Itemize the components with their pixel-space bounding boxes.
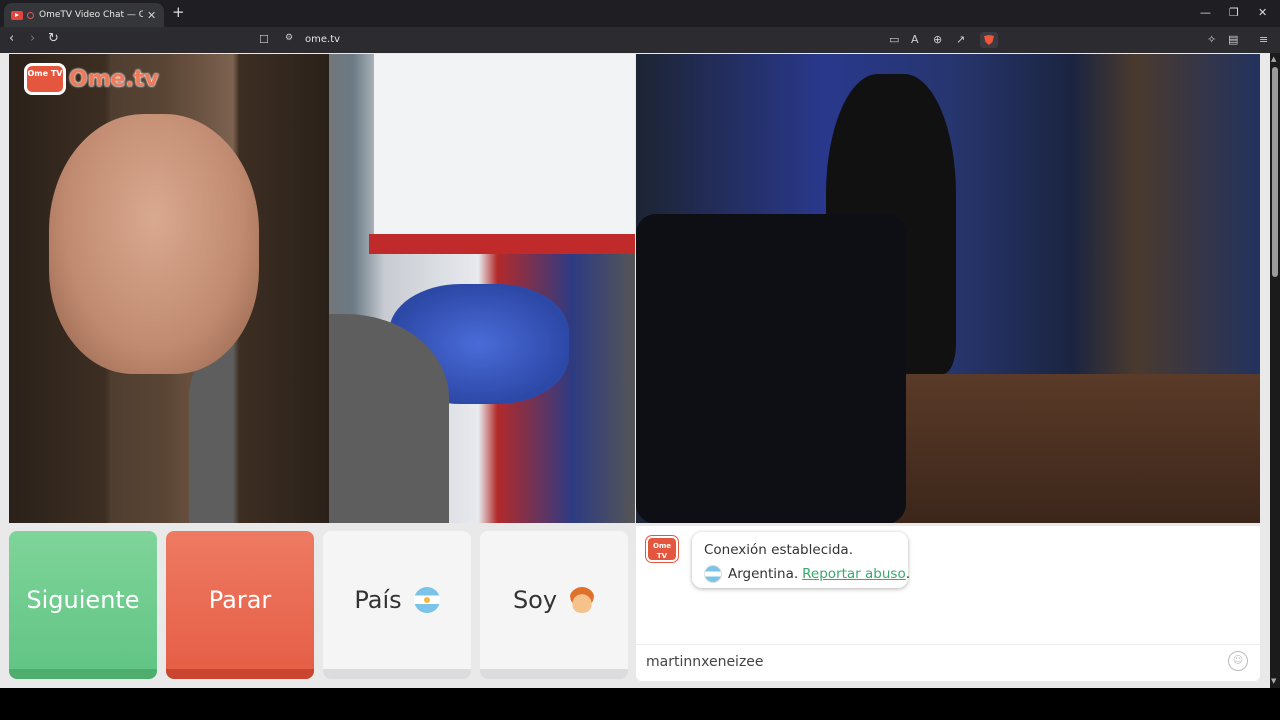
new-tab-button[interactable]: + [172,5,185,20]
taskbar-area [0,688,1280,720]
partner-country: Argentina. [728,566,799,582]
chat-input[interactable]: martinnxeneizee [646,654,764,670]
local-video [9,54,635,523]
navigation-bar: ‹ › ↻ ☐ ⚙ ome.tv ▭ A ⊕ ↗ ✧ ▤ ≡ [0,27,1280,53]
smile-icon[interactable]: ☺ [1228,651,1248,671]
report-abuse-link[interactable]: Reportar abuso [802,566,906,582]
forward-icon[interactable]: › [30,32,35,46]
brave-shield-icon[interactable] [980,32,998,48]
menu-icon[interactable]: ≡ [1259,33,1268,46]
remote-video [636,54,1260,523]
person-face [49,114,259,374]
remote-floor [886,374,1260,523]
recording-icon [27,11,34,19]
tab-strip: OmeTV Video Chat — Omegle ✕ + — ❐ ✕ [0,0,1280,27]
scroll-down-icon[interactable]: ▼ [1271,677,1276,685]
argentina-flag-icon [704,565,722,583]
boy-emoji-icon [569,587,596,613]
next-button[interactable]: Siguiente [9,531,157,679]
scrollbar[interactable]: ▲ ▼ [1270,53,1280,688]
youtube-favicon-icon [11,10,23,20]
extensions-icon[interactable]: ✧ [1207,33,1216,46]
scroll-up-icon[interactable]: ▲ [1271,55,1276,63]
chat-logo-icon: Ome TV [646,536,678,562]
minimize-button[interactable]: — [1200,6,1211,19]
logo-text: Ome.tv [69,66,159,92]
country-line: Argentina. Reportar abuso . [704,565,910,583]
connection-status: Conexión establecida. [704,542,853,558]
gender-label: Soy [512,586,558,614]
scrollbar-thumb[interactable] [1272,67,1278,277]
country-label: País [354,586,402,614]
stop-button[interactable]: Parar [166,531,314,679]
tab-close-icon[interactable]: ✕ [147,9,156,22]
ometv-page: Ome TV Ome.tv Siguiente Parar País Soy O… [0,53,1280,688]
browser-tab[interactable]: OmeTV Video Chat — Omegle ✕ [4,3,164,27]
argentina-flag-icon [413,587,440,613]
remote-chair [636,214,906,523]
close-window-button[interactable]: ✕ [1258,6,1267,19]
zoom-icon[interactable]: ⊕ [933,33,942,46]
chat-divider [636,644,1260,645]
ometv-logo[interactable]: Ome TV Ome.tv [24,63,159,95]
country-button[interactable]: País [323,531,471,679]
system-message: Conexión establecida. Argentina. Reporta… [692,532,910,588]
reload-icon[interactable]: ↻ [48,32,59,46]
address-bar[interactable]: ome.tv [305,34,340,45]
gender-button[interactable]: Soy [480,531,628,679]
stop-label: Parar [208,586,272,614]
restore-button[interactable]: ❐ [1229,6,1239,19]
next-label: Siguiente [26,586,140,614]
background-cabinet [374,54,635,234]
chat-panel: Ome TV Conexión establecida. Argentina. … [636,526,1260,681]
background-shelf [369,234,635,254]
logo-tv-icon: Ome TV [24,63,66,95]
share-icon[interactable]: ↗ [956,33,965,46]
cast-icon[interactable]: ▭ [889,33,899,46]
tab-title: OmeTV Video Chat — Omegle [39,10,143,20]
back-icon[interactable]: ‹ [9,32,14,46]
site-info-icon[interactable]: ⚙ [285,33,293,43]
translate-icon[interactable]: A [911,33,919,46]
report-suffix: . [905,566,911,582]
sidebar-icon[interactable]: ▤ [1228,33,1238,46]
bookmark-icon[interactable]: ☐ [259,33,269,46]
